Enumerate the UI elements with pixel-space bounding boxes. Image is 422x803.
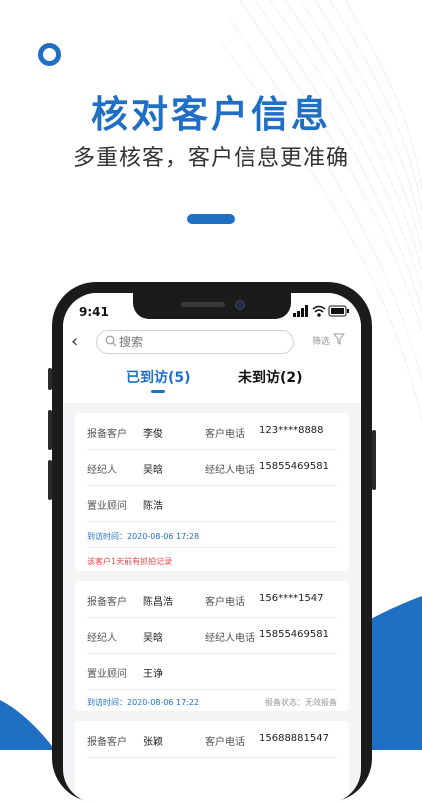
visit-time: 到访时间：2020-08-06 17:22 [87,698,200,707]
report-status: 报备状态：无效报备 [265,698,337,707]
customer-name: 张颖 [143,737,163,748]
card-row: 置业顾问 王诤 [75,653,349,689]
filter-funnel-icon[interactable] [333,333,345,345]
consultant-label: 置业顾问 [87,669,127,680]
status-icons [293,305,349,317]
app-header: ‹ 筛选 已到访(5) 未到访(2) [63,323,361,403]
back-arrow-icon[interactable]: ‹ [71,333,78,351]
accent-pill [187,214,235,224]
consultant-label: 置业顾问 [87,501,127,512]
phone-side-button [48,368,52,390]
search-input[interactable] [119,333,279,350]
notch [133,293,291,319]
consultant-name: 王诤 [143,669,163,680]
filter-label[interactable]: 筛选 [312,334,330,347]
card-row: 经纪人 吴晗 经纪人电话 15855469581 [75,617,349,653]
card-row: 报备客户 张颖 客户电话 15688881547 [75,721,349,757]
phone-label: 客户电话 [205,597,245,608]
card-row: 经纪人 吴晗 经纪人电话 15855469581 [75,449,349,485]
active-tab-indicator [151,390,165,393]
agent-label: 经纪人 [87,465,117,476]
phone-mockup: 9:41 ‹ 搜索 筛选 已到访(5) 未到访(2) 报备客户 李俊 客户电话 … [48,282,376,803]
card-row: 置业顾问 陈浩 [75,485,349,521]
agent-phone: 15855469581 [259,461,329,472]
ring-logo-icon [38,43,61,66]
phone-screen: 9:41 ‹ 搜索 筛选 已到访(5) 未到访(2) 报备客户 李俊 客户电话 … [63,293,361,803]
card-row: 报备客户 李俊 客户电话 123****8888 [75,413,349,449]
phone-label: 客户电话 [205,429,245,440]
customer-card[interactable]: 报备客户 张颖 客户电话 15688881547 [75,721,349,803]
tab-visited[interactable]: 已到访(5) [126,367,191,387]
banner-subtitle: 多重核客，客户信息更准确 [72,146,349,171]
customer-phone: 15688881547 [259,733,329,744]
agent-name: 吴晗 [143,465,163,476]
phone-side-button [48,460,52,500]
row-divider [87,757,337,758]
capture-warning: 该客户1天前有抓拍记录 [87,557,173,566]
signal-icon [293,305,308,317]
visit-time: 到访时间：2020-08-06 17:28 [87,532,200,541]
phone-side-button [48,410,52,450]
camera [235,300,245,310]
row-divider [87,689,337,690]
agent-phone-label: 经纪人电话 [205,465,255,476]
customer-name: 李俊 [143,429,163,440]
status-time: 9:41 [79,305,109,319]
speaker [181,302,225,307]
wifi-icon [312,305,326,317]
phone-power-button [372,430,376,490]
battery-icon [328,305,349,317]
search-icon [105,335,117,347]
search-box[interactable] [96,330,294,354]
customer-label: 报备客户 [87,429,127,440]
customer-label: 报备客户 [87,737,127,748]
row-divider [87,521,337,522]
banner-title: 核对客户信息 [91,93,331,136]
customer-phone: 156****1547 [259,593,324,604]
agent-label: 经纪人 [87,633,117,644]
agent-phone-label: 经纪人电话 [205,633,255,644]
agent-name: 吴晗 [143,633,163,644]
consultant-name: 陈浩 [143,501,163,512]
agent-phone: 15855469581 [259,629,329,640]
card-row: 报备客户 陈昌浩 客户电话 156****1547 [75,581,349,617]
tab-not-visited[interactable]: 未到访(2) [238,367,303,387]
customer-name: 陈昌浩 [143,597,173,608]
customer-phone: 123****8888 [259,425,324,436]
customer-label: 报备客户 [87,597,127,608]
customer-card[interactable]: 报备客户 陈昌浩 客户电话 156****1547 经纪人 吴晗 经纪人电话 1… [75,581,349,711]
customer-card[interactable]: 报备客户 李俊 客户电话 123****8888 经纪人 吴晗 经纪人电话 15… [75,413,349,571]
row-divider [87,547,337,548]
phone-label: 客户电话 [205,737,245,748]
